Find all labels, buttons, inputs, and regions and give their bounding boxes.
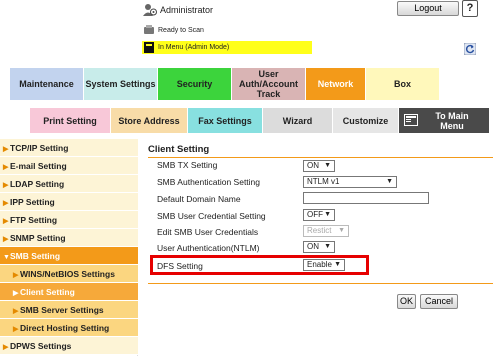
default-domain-label: Default Domain Name — [157, 194, 241, 204]
tab-wizard[interactable]: Wizard — [263, 108, 333, 133]
dropdown-arrow-icon: ▼ — [386, 178, 393, 185]
mode-text: In Menu (Admin Mode) — [158, 44, 230, 51]
main-menu-icon — [404, 114, 418, 126]
refresh-icon[interactable] — [464, 43, 476, 55]
dropdown-arrow-icon: ▼ — [338, 227, 345, 234]
smb-auth-select[interactable]: NTLM v1 ▼ — [303, 176, 397, 188]
sidebar-item-direct-hosting[interactable]: ▶ Direct Hosting Setting — [0, 319, 138, 337]
default-domain-input[interactable] — [303, 192, 429, 204]
tab-fax-settings[interactable]: Fax Settings — [188, 108, 263, 133]
user-admin-icon — [143, 4, 157, 16]
smb-user-credential-label: SMB User Credential Setting — [157, 211, 266, 221]
sub-tabs: Print Setting Store Address Fax Settings… — [10, 108, 490, 133]
tab-customize[interactable]: Customize — [333, 108, 399, 133]
dfs-highlight-box — [150, 255, 369, 275]
user-auth-ntlm-label: User Authentication(NTLM) — [157, 243, 260, 253]
scanner-status-icon — [144, 25, 154, 34]
sidebar-item-wins-netbios[interactable]: ▶ WINS/NetBIOS Settings — [0, 265, 138, 283]
logout-button[interactable]: Logout — [397, 1, 459, 16]
smb-user-credential-select[interactable]: OFF ▼ — [303, 209, 335, 221]
tab-store-address[interactable]: Store Address — [111, 108, 188, 133]
admin-mode-icon — [144, 42, 154, 53]
tab-system-settings[interactable]: System Settings — [84, 68, 158, 100]
smb-auth-label: SMB Authentication Setting — [157, 177, 261, 187]
sidebar-item-tcpip[interactable]: ▶ TCP/IP Setting — [0, 139, 138, 157]
tab-box[interactable]: Box — [366, 68, 440, 100]
sidebar-item-ftp[interactable]: ▶ FTP Setting — [0, 211, 138, 229]
ok-button[interactable]: OK — [397, 294, 416, 309]
machine-status: Ready to Scan — [158, 27, 204, 34]
dropdown-arrow-icon: ▼ — [324, 162, 331, 169]
bottom-divider — [148, 283, 493, 284]
sidebar-item-smb[interactable]: ▼SMB Setting — [0, 247, 138, 265]
sidebar: ▶ TCP/IP Setting ▶ E-mail Setting ▶ LDAP Se… — [0, 139, 138, 356]
tab-print-setting[interactable]: Print Setting — [30, 108, 111, 133]
main-tabs: Maintenance System Settings Security Use… — [10, 68, 490, 100]
user-label: Administrator — [160, 5, 214, 15]
page-title: Client Setting — [148, 144, 210, 155]
help-button[interactable]: ? — [462, 0, 478, 17]
tab-maintenance[interactable]: Maintenance — [10, 68, 84, 100]
admin-mode-bar: In Menu (Admin Mode) — [142, 41, 312, 54]
cancel-button[interactable]: Cancel — [420, 294, 458, 309]
smb-tx-label: SMB TX Setting — [157, 160, 218, 170]
sidebar-item-ipp[interactable]: ▶ IPP Setting — [0, 193, 138, 211]
sidebar-item-email[interactable]: ▶ E-mail Setting — [0, 157, 138, 175]
dropdown-arrow-icon: ▼ — [324, 211, 331, 218]
sidebar-item-snmp[interactable]: ▶ SNMP Setting — [0, 229, 138, 247]
sidebar-item-dpws[interactable]: ▶ DPWS Settings — [0, 337, 138, 355]
sidebar-item-client-setting[interactable]: ▶ Client Setting — [0, 283, 138, 301]
dropdown-arrow-icon: ▼ — [324, 243, 331, 250]
tab-security[interactable]: Security — [158, 68, 232, 100]
edit-credentials-label: Edit SMB User Credentials — [157, 227, 259, 237]
title-divider — [148, 157, 493, 158]
tab-network[interactable]: Network — [306, 68, 366, 100]
sidebar-item-ldap[interactable]: ▶ LDAP Setting — [0, 175, 138, 193]
tab-user-auth-account-track[interactable]: User Auth/Account Track — [232, 68, 306, 100]
edit-credentials-select: Restict ▼ — [303, 225, 349, 237]
to-main-menu-button[interactable]: To Main Menu — [399, 108, 490, 133]
user-auth-ntlm-select[interactable]: ON ▼ — [303, 241, 335, 253]
smb-tx-select[interactable]: ON ▼ — [303, 160, 335, 172]
sidebar-item-smb-server[interactable]: ▶ SMB Server Settings — [0, 301, 138, 319]
